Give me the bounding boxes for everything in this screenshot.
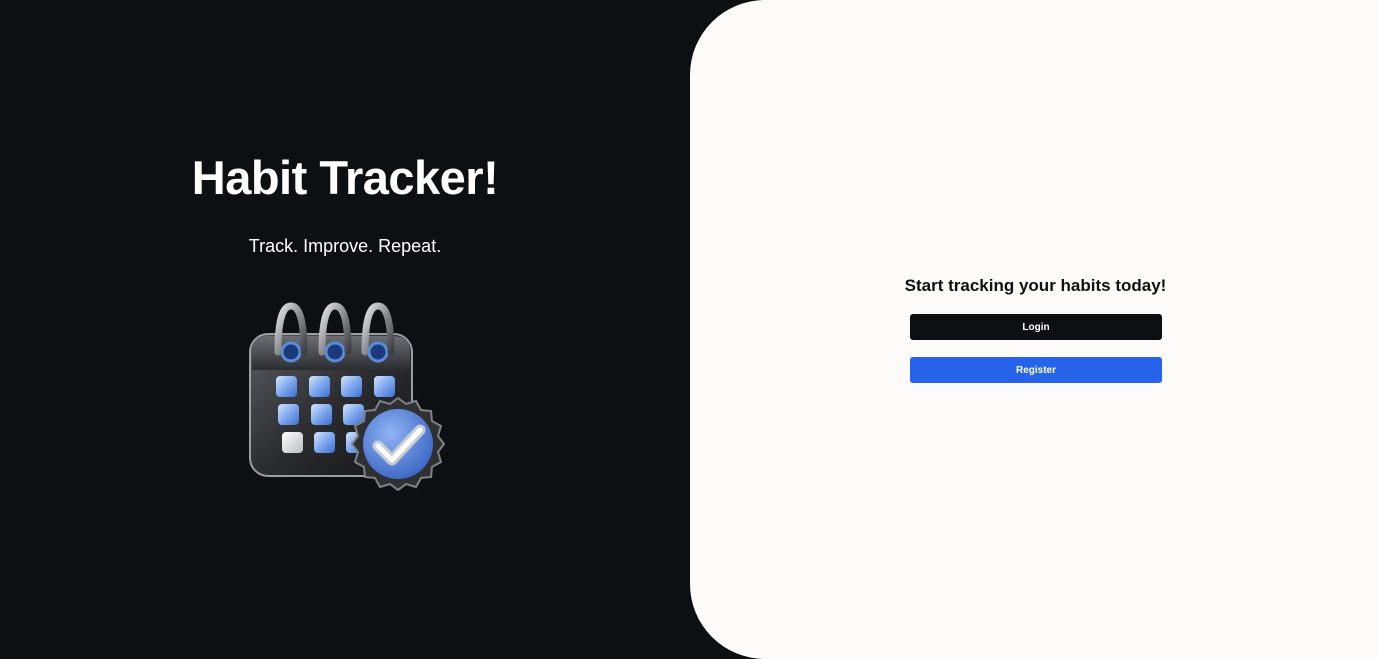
- login-button[interactable]: Login: [910, 314, 1162, 340]
- landing-page: Habit Tracker! Track. Improve. Repeat. S…: [0, 0, 1377, 659]
- auth-heading: Start tracking your habits today!: [904, 276, 1167, 295]
- calendar-check-icon: [240, 296, 455, 496]
- hero-panel: Habit Tracker! Track. Improve. Repeat.: [0, 0, 690, 659]
- auth-panel: Start tracking your habits today! Login …: [690, 0, 1377, 659]
- tagline: Track. Improve. Repeat.: [248, 236, 442, 256]
- app-title: Habit Tracker!: [191, 151, 499, 204]
- register-button[interactable]: Register: [910, 357, 1162, 383]
